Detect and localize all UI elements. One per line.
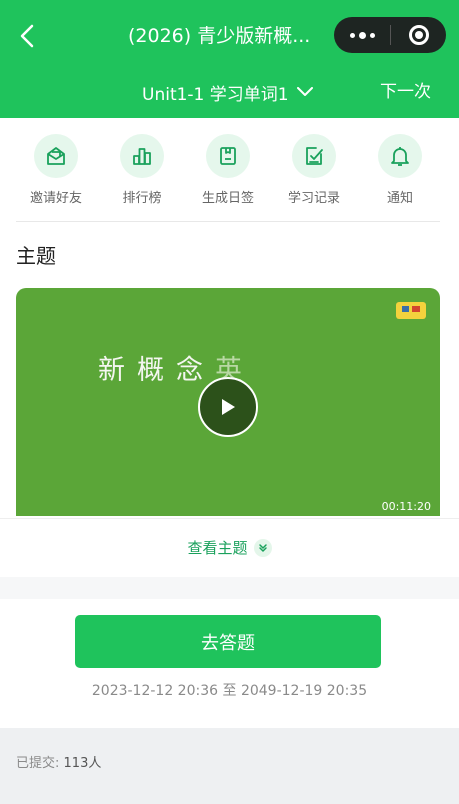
ranking-button[interactable]: 排行榜 [102,134,182,220]
record-check-icon [292,134,336,178]
top-header: (2026) 青少版新概... Unit1-1 学习单词1 下一次 [0,0,459,118]
more-dot-icon [369,32,375,38]
back-button[interactable] [14,20,40,52]
more-dot-icon [349,32,355,38]
action-label: 通知 [386,191,413,206]
stats-footer: 已提交: 113人 [0,728,459,804]
topic-video[interactable]: 新概念英 00:11:20 [16,288,440,516]
mini-program-capsule [334,17,446,53]
video-cover-char: 念 [176,355,215,386]
view-topic-label: 查看主题 [187,539,248,557]
notification-button[interactable]: 通知 [360,134,440,220]
expand-down-icon [253,538,272,557]
play-icon [222,399,235,415]
start-date: 2023-12-12 20:36 [91,683,219,699]
daily-card-icon [206,134,250,178]
submitted-count: 已提交: 113人 [16,752,101,771]
view-topic-bar: 查看主题 [0,518,459,576]
answer-date-range: 2023-12-12 20:36 至 2049-12-19 20:35 [0,680,459,702]
more-dot-icon [358,31,366,39]
end-date: 2049-12-19 20:35 [240,683,368,699]
section-gap [0,577,459,599]
start-answer-button[interactable]: 去答题 [75,615,381,668]
view-topic-link[interactable]: 查看主题 [187,537,272,558]
next-session-button[interactable]: 下一次 [380,78,431,106]
video-cover-char: 新 [98,355,137,386]
page-title: (2026) 青少版新概... [128,25,311,47]
more-menu-button[interactable] [334,17,390,53]
video-cover-char: 概 [137,355,176,386]
quick-actions: 邀请好友 排行榜 生成日签 学习记录 通知 [16,134,440,220]
unit-selector-label: Unit1-1 学习单词1 [142,84,289,105]
target-icon [408,25,429,45]
close-program-button[interactable] [391,17,446,53]
ranking-bars-icon [120,134,164,178]
action-label: 排行榜 [122,191,162,206]
publisher-logo [396,302,426,319]
play-button[interactable] [198,377,258,437]
action-label: 邀请好友 [29,191,82,206]
video-duration: 00:11:20 [381,500,431,513]
submitted-value: 113人 [63,756,102,771]
submitted-label: 已提交: [16,756,60,771]
bell-icon [378,134,422,178]
study-record-button[interactable]: 学习记录 [274,134,354,220]
invite-friends-button[interactable]: 邀请好友 [16,134,96,220]
action-label: 学习记录 [287,191,340,206]
section-divider [16,221,440,222]
daily-card-button[interactable]: 生成日签 [188,134,268,220]
date-separator: 至 [222,683,237,699]
envelope-open-icon [34,134,78,178]
unit-selector[interactable]: Unit1-1 学习单词1 [142,78,313,106]
topic-heading: 主题 [16,244,56,268]
action-label: 生成日签 [201,191,254,206]
back-arrow-icon [20,24,34,48]
chevron-down-icon [296,87,313,96]
